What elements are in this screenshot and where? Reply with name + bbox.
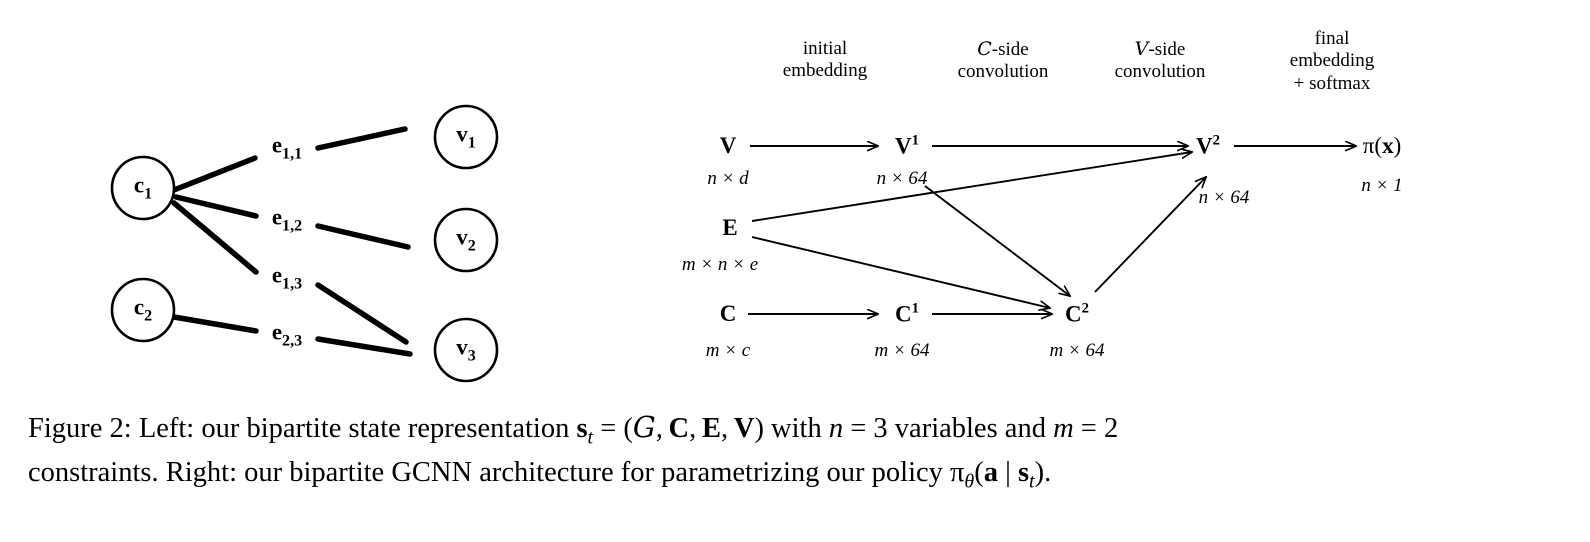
gcnn-architecture-diagram: initial embedding C-side convolution V-s… [620,10,1560,400]
edge-label-e12: e1,2 [271,204,303,235]
tensor-node-E: E [722,215,738,240]
tensor-node-policy-output: π(x) [1362,133,1402,158]
tensor-node-C: C [719,301,737,326]
arrow-C2-to-V2 [1094,177,1206,293]
node-label-v2: v2 [456,224,476,255]
edge-label-e11: e1,1 [271,132,303,163]
architecture-flow-arrows [748,146,1356,314]
tensor-node-C2: C2 [1065,300,1089,327]
edge-e23-v3-right [315,336,413,357]
edge-e11-v1-right [315,126,408,151]
tensor-node-V1: V1 [895,132,919,159]
tensor-node-V2: V2 [1196,132,1220,159]
tensor-node-V: V [719,133,737,158]
dimension-label-C1: m × 64 [874,340,930,361]
edge-label-e13: e1,3 [271,262,303,293]
dimension-label-C2: m × 64 [1049,340,1105,361]
dimension-label-C: m × c [705,340,751,361]
dimension-label-V: n × d [707,168,749,189]
arrow-V1-to-C2 [924,185,1070,296]
dimension-label-policy-output: n × 1 [1361,175,1403,196]
node-label-v1: v1 [456,121,476,152]
bipartite-graph-svg [110,104,499,383]
dimension-label-V1: n × 64 [876,168,928,189]
pi-symbol: π [1362,133,1375,158]
edge-label-e23: e2,3 [271,319,303,350]
figure-caption: Figure 2: Left: our bipartite state repr… [28,408,1573,496]
caption-line-1: Figure 2: Left: our bipartite state repr… [28,411,1119,449]
caption-line-2: constraints. Right: our bipartite GCNN a… [28,456,1052,493]
arrow-E-to-V2 [751,152,1192,222]
figure-2: c1 c2 v1 v2 v3 e1,1 e1,2 e1,3 e2,3 initi… [0,0,1590,542]
bipartite-state-representation-diagram: c1 c2 v1 v2 v3 e1,1 e1,2 e1,3 e2,3 [60,80,580,400]
tensor-node-C1: C1 [895,300,919,327]
edge-c2-e23-left [171,314,259,334]
edge-c1-e11-left [171,155,258,193]
dimension-label-V2: n × 64 [1198,187,1250,208]
edge-e12-v2-right [315,223,411,250]
dimension-label-E: m × n × e [681,254,759,275]
graph-node-circles [110,104,499,383]
node-label-c1: c1 [133,172,153,203]
edge-e13-v3-right [315,282,409,345]
node-label-c2: c2 [133,294,153,325]
node-label-v3: v3 [456,334,476,365]
